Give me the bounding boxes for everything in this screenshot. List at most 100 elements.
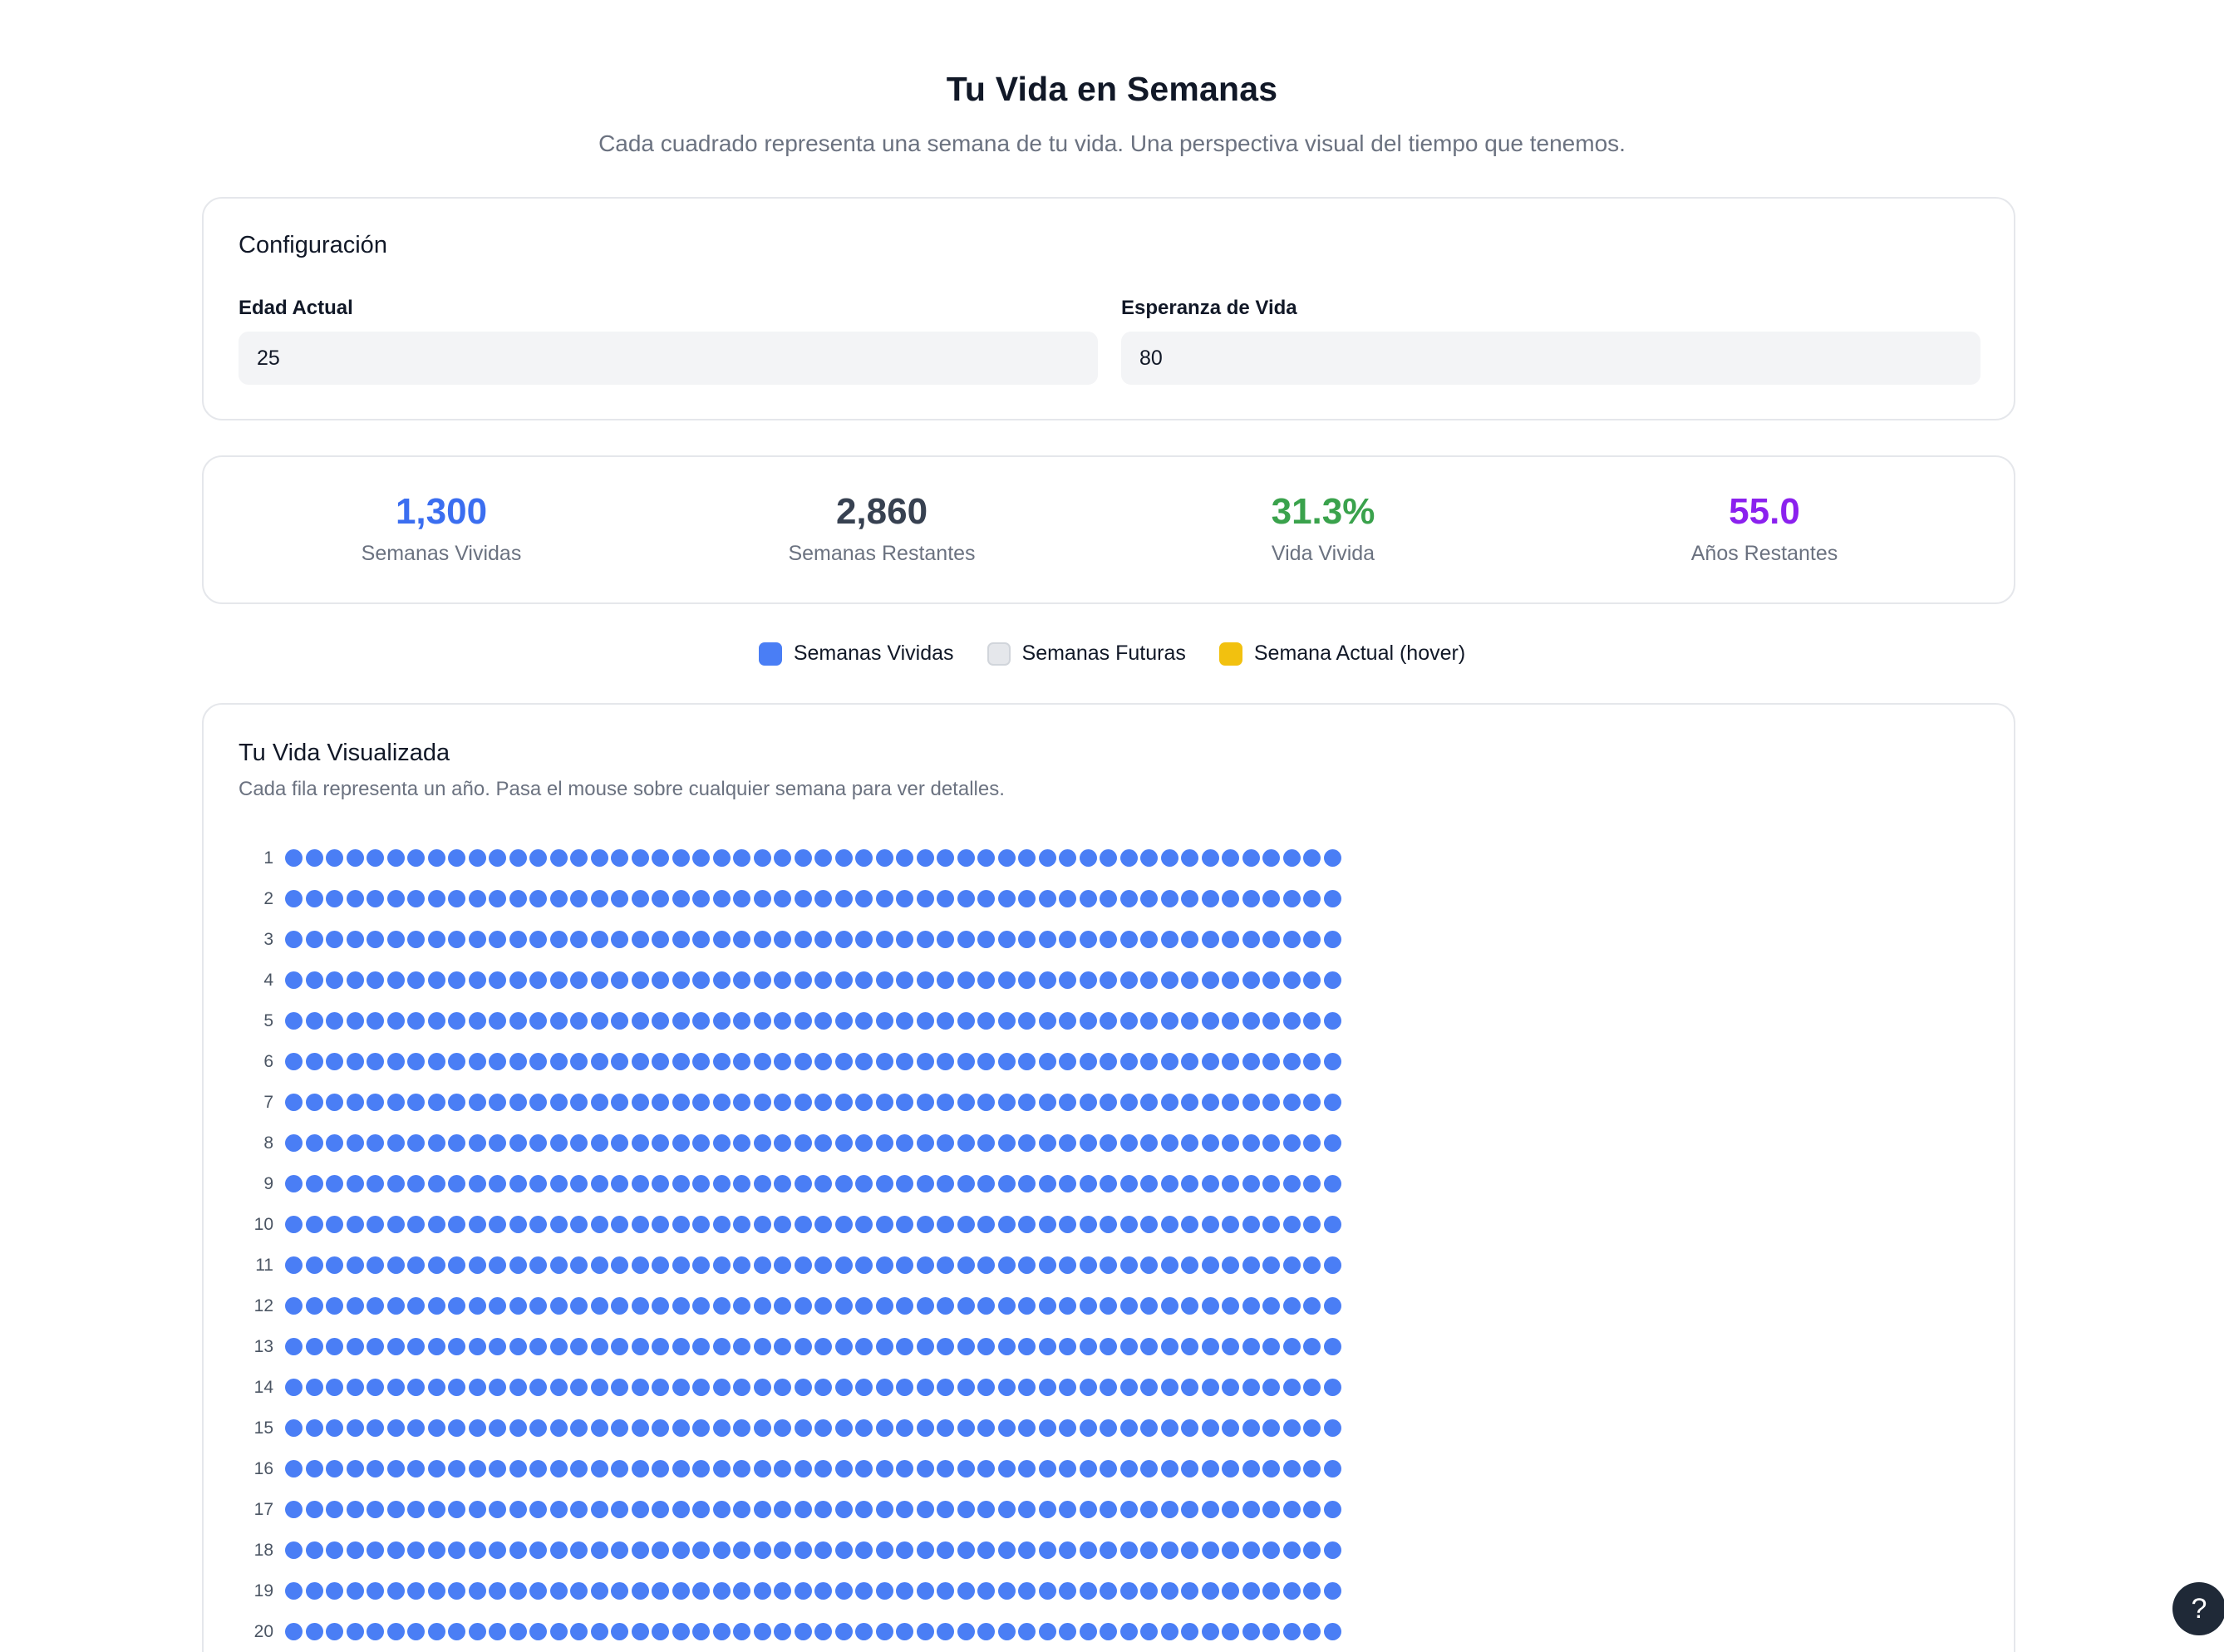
- week-cell[interactable]: [875, 1623, 893, 1640]
- week-cell[interactable]: [733, 971, 750, 989]
- week-cell[interactable]: [794, 971, 812, 989]
- week-cell[interactable]: [386, 1134, 405, 1152]
- week-cell[interactable]: [1262, 1256, 1280, 1274]
- week-cell[interactable]: [1100, 1379, 1117, 1396]
- week-cell[interactable]: [794, 1379, 812, 1396]
- week-cell[interactable]: [977, 1338, 995, 1355]
- week-cell[interactable]: [957, 1379, 975, 1396]
- week-cell[interactable]: [937, 1582, 954, 1600]
- week-cell[interactable]: [509, 1256, 527, 1274]
- week-cell[interactable]: [1100, 1216, 1117, 1233]
- week-cell[interactable]: [1323, 1297, 1341, 1315]
- week-cell[interactable]: [611, 1379, 628, 1396]
- week-cell[interactable]: [814, 1297, 832, 1315]
- week-cell[interactable]: [1140, 1053, 1158, 1070]
- week-cell[interactable]: [305, 931, 323, 948]
- week-cell[interactable]: [427, 1582, 445, 1600]
- week-cell[interactable]: [529, 1297, 547, 1315]
- week-cell[interactable]: [1018, 971, 1036, 989]
- week-cell[interactable]: [814, 1012, 832, 1030]
- week-cell[interactable]: [305, 971, 323, 989]
- week-cell[interactable]: [916, 1501, 934, 1518]
- week-cell[interactable]: [1140, 1297, 1158, 1315]
- week-cell[interactable]: [1018, 1541, 1036, 1559]
- week-cell[interactable]: [1059, 1460, 1076, 1477]
- week-cell[interactable]: [305, 1582, 323, 1600]
- week-cell[interactable]: [957, 1053, 975, 1070]
- week-cell[interactable]: [753, 1175, 771, 1192]
- week-cell[interactable]: [529, 1419, 547, 1437]
- week-cell[interactable]: [1100, 849, 1117, 867]
- week-cell[interactable]: [611, 1338, 628, 1355]
- week-cell[interactable]: [427, 1501, 445, 1518]
- week-cell[interactable]: [997, 1134, 1016, 1152]
- week-cell[interactable]: [1160, 1582, 1178, 1600]
- week-cell[interactable]: [1282, 1541, 1301, 1559]
- week-cell[interactable]: [367, 1094, 384, 1111]
- week-cell[interactable]: [529, 1460, 547, 1477]
- week-cell[interactable]: [590, 1175, 608, 1192]
- week-cell[interactable]: [285, 1216, 303, 1233]
- week-cell[interactable]: [326, 1541, 343, 1559]
- week-cell[interactable]: [509, 1134, 527, 1152]
- week-cell[interactable]: [997, 1582, 1016, 1600]
- week-cell[interactable]: [1018, 1623, 1036, 1640]
- week-cell[interactable]: [1160, 890, 1178, 907]
- week-cell[interactable]: [1059, 1501, 1076, 1518]
- week-cell[interactable]: [896, 1379, 913, 1396]
- week-cell[interactable]: [896, 849, 913, 867]
- week-cell[interactable]: [346, 1379, 364, 1396]
- week-cell[interactable]: [916, 1053, 934, 1070]
- week-cell[interactable]: [1119, 1419, 1138, 1437]
- week-cell[interactable]: [834, 1053, 853, 1070]
- week-cell[interactable]: [1181, 1216, 1198, 1233]
- week-cell[interactable]: [896, 890, 913, 907]
- week-cell[interactable]: [753, 849, 771, 867]
- week-cell[interactable]: [631, 1460, 649, 1477]
- week-cell[interactable]: [1079, 1419, 1097, 1437]
- week-cell[interactable]: [977, 1053, 995, 1070]
- week-cell[interactable]: [611, 1094, 628, 1111]
- week-cell[interactable]: [896, 1012, 913, 1030]
- week-cell[interactable]: [631, 849, 649, 867]
- week-cell[interactable]: [692, 1134, 710, 1152]
- week-cell[interactable]: [672, 1419, 690, 1437]
- week-cell[interactable]: [1038, 1501, 1056, 1518]
- week-cell[interactable]: [937, 1623, 954, 1640]
- week-cell[interactable]: [855, 1134, 873, 1152]
- week-cell[interactable]: [448, 1338, 465, 1355]
- week-cell[interactable]: [1079, 1256, 1097, 1274]
- week-cell[interactable]: [652, 1541, 669, 1559]
- week-cell[interactable]: [326, 1175, 343, 1192]
- week-cell[interactable]: [448, 931, 465, 948]
- week-cell[interactable]: [427, 1256, 445, 1274]
- week-cell[interactable]: [774, 1134, 791, 1152]
- week-cell[interactable]: [916, 1216, 934, 1233]
- week-cell[interactable]: [427, 849, 445, 867]
- week-cell[interactable]: [305, 1379, 323, 1396]
- week-cell[interactable]: [631, 1256, 649, 1274]
- week-cell[interactable]: [326, 1379, 343, 1396]
- week-cell[interactable]: [346, 1216, 364, 1233]
- week-cell[interactable]: [652, 1338, 669, 1355]
- week-cell[interactable]: [529, 1134, 547, 1152]
- week-cell[interactable]: [305, 1460, 323, 1477]
- week-cell[interactable]: [652, 1297, 669, 1315]
- week-cell[interactable]: [1140, 971, 1158, 989]
- week-cell[interactable]: [611, 1053, 628, 1070]
- week-cell[interactable]: [855, 1053, 873, 1070]
- week-cell[interactable]: [957, 890, 975, 907]
- week-cell[interactable]: [712, 1541, 731, 1559]
- week-cell[interactable]: [774, 1175, 791, 1192]
- week-cell[interactable]: [631, 971, 649, 989]
- week-cell[interactable]: [386, 1256, 405, 1274]
- week-cell[interactable]: [367, 1419, 384, 1437]
- week-cell[interactable]: [855, 849, 873, 867]
- week-cell[interactable]: [570, 1094, 588, 1111]
- week-cell[interactable]: [549, 1297, 568, 1315]
- week-cell[interactable]: [753, 1297, 771, 1315]
- week-cell[interactable]: [326, 1012, 343, 1030]
- week-cell[interactable]: [814, 1134, 832, 1152]
- week-cell[interactable]: [590, 1012, 608, 1030]
- week-cell[interactable]: [916, 1094, 934, 1111]
